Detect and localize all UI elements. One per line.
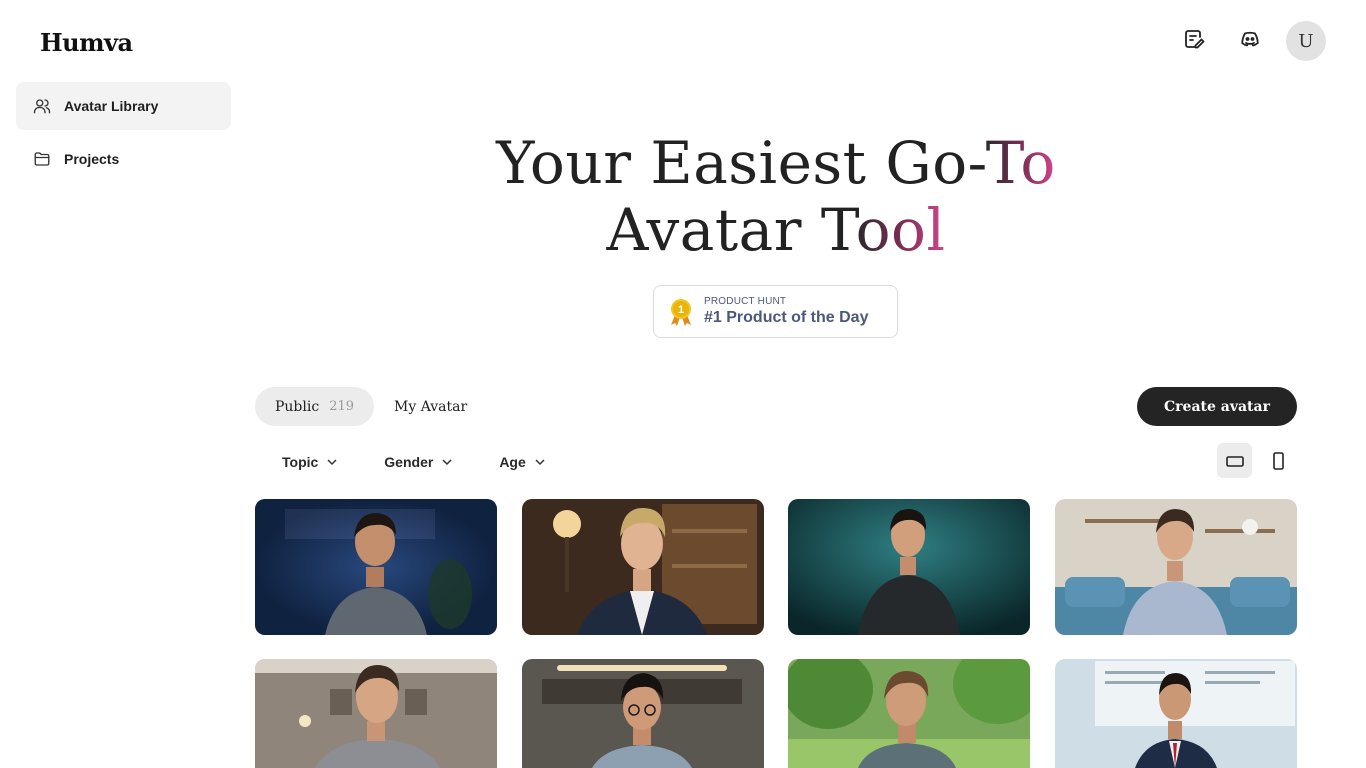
user-avatar[interactable]: U [1286, 21, 1326, 61]
chevron-down-icon [535, 459, 545, 466]
avatar-card[interactable] [788, 499, 1030, 635]
filter-age[interactable]: Age [499, 454, 545, 470]
avatar-card[interactable] [788, 659, 1030, 768]
discord-icon [1238, 27, 1262, 56]
chevron-down-icon [442, 459, 452, 466]
view-mode-toggle [1217, 443, 1295, 478]
filter-gender[interactable]: Gender [384, 454, 453, 470]
avatar-thumbnail [788, 499, 1030, 635]
sidebar: Avatar Library Projects [16, 82, 231, 188]
filter-label: Gender [384, 454, 434, 470]
avatar-card[interactable] [255, 499, 497, 635]
badge-big-text: #1 Product of the Day [704, 309, 869, 326]
create-avatar-button[interactable]: Create avatar [1137, 387, 1297, 426]
tab-my-avatar[interactable]: My Avatar [374, 387, 487, 426]
avatar-card[interactable] [522, 499, 764, 635]
portrait-view-button[interactable] [1260, 443, 1295, 478]
avatar-thumbnail [522, 659, 764, 768]
tab-label: My Avatar [394, 398, 468, 415]
product-hunt-badge[interactable]: 1 PRODUCT HUNT #1 Product of the Day [653, 285, 898, 338]
portrait-icon [1272, 451, 1284, 470]
avatar-card[interactable] [1055, 499, 1297, 635]
avatar-thumbnail [1055, 659, 1297, 768]
tab-public[interactable]: Public 219 [255, 387, 375, 426]
avatar-thumbnail [522, 499, 764, 635]
filter-label: Age [499, 454, 526, 470]
landscape-icon [1225, 455, 1244, 467]
discord-button[interactable] [1230, 21, 1270, 61]
sidebar-item-avatar-library[interactable]: Avatar Library [16, 82, 231, 130]
library-tabs: Public 219 My Avatar [255, 387, 487, 426]
sidebar-item-projects[interactable]: Projects [16, 135, 231, 183]
badge-text: PRODUCT HUNT #1 Product of the Day [704, 296, 868, 327]
filter-bar: Topic Gender Age [282, 450, 592, 474]
hero-line-1: Your Easiest Go-To [496, 129, 1056, 197]
hero-line-2: Avatar Tool [606, 196, 946, 264]
badge-small-text: PRODUCT HUNT [704, 296, 787, 307]
folder-icon [32, 149, 52, 169]
filter-topic[interactable]: Topic [282, 454, 338, 470]
feedback-button[interactable] [1174, 21, 1214, 61]
avatar-card[interactable] [522, 659, 764, 768]
tab-count: 219 [329, 399, 355, 414]
avatar-thumbnail [255, 499, 497, 635]
avatar-thumbnail [1055, 499, 1297, 635]
medal-icon: 1 [668, 297, 694, 327]
hero-title: Your Easiest Go-To Avatar Tool [255, 130, 1297, 264]
filter-label: Topic [282, 454, 319, 470]
landscape-view-button[interactable] [1217, 443, 1252, 478]
avatar-card[interactable] [255, 659, 497, 768]
medal-number: 1 [678, 304, 684, 316]
chevron-down-icon [327, 459, 337, 466]
avatar-card[interactable] [1055, 659, 1297, 768]
avatar-thumbnail [255, 659, 497, 768]
notes-edit-icon [1182, 27, 1206, 56]
tab-label: Public [275, 398, 320, 415]
app-logo[interactable]: Humva [40, 28, 133, 57]
users-icon [32, 96, 52, 116]
sidebar-item-label: Avatar Library [64, 98, 159, 114]
sidebar-item-label: Projects [64, 151, 120, 167]
avatar-thumbnail [788, 659, 1030, 768]
header-actions: U [1158, 21, 1326, 61]
